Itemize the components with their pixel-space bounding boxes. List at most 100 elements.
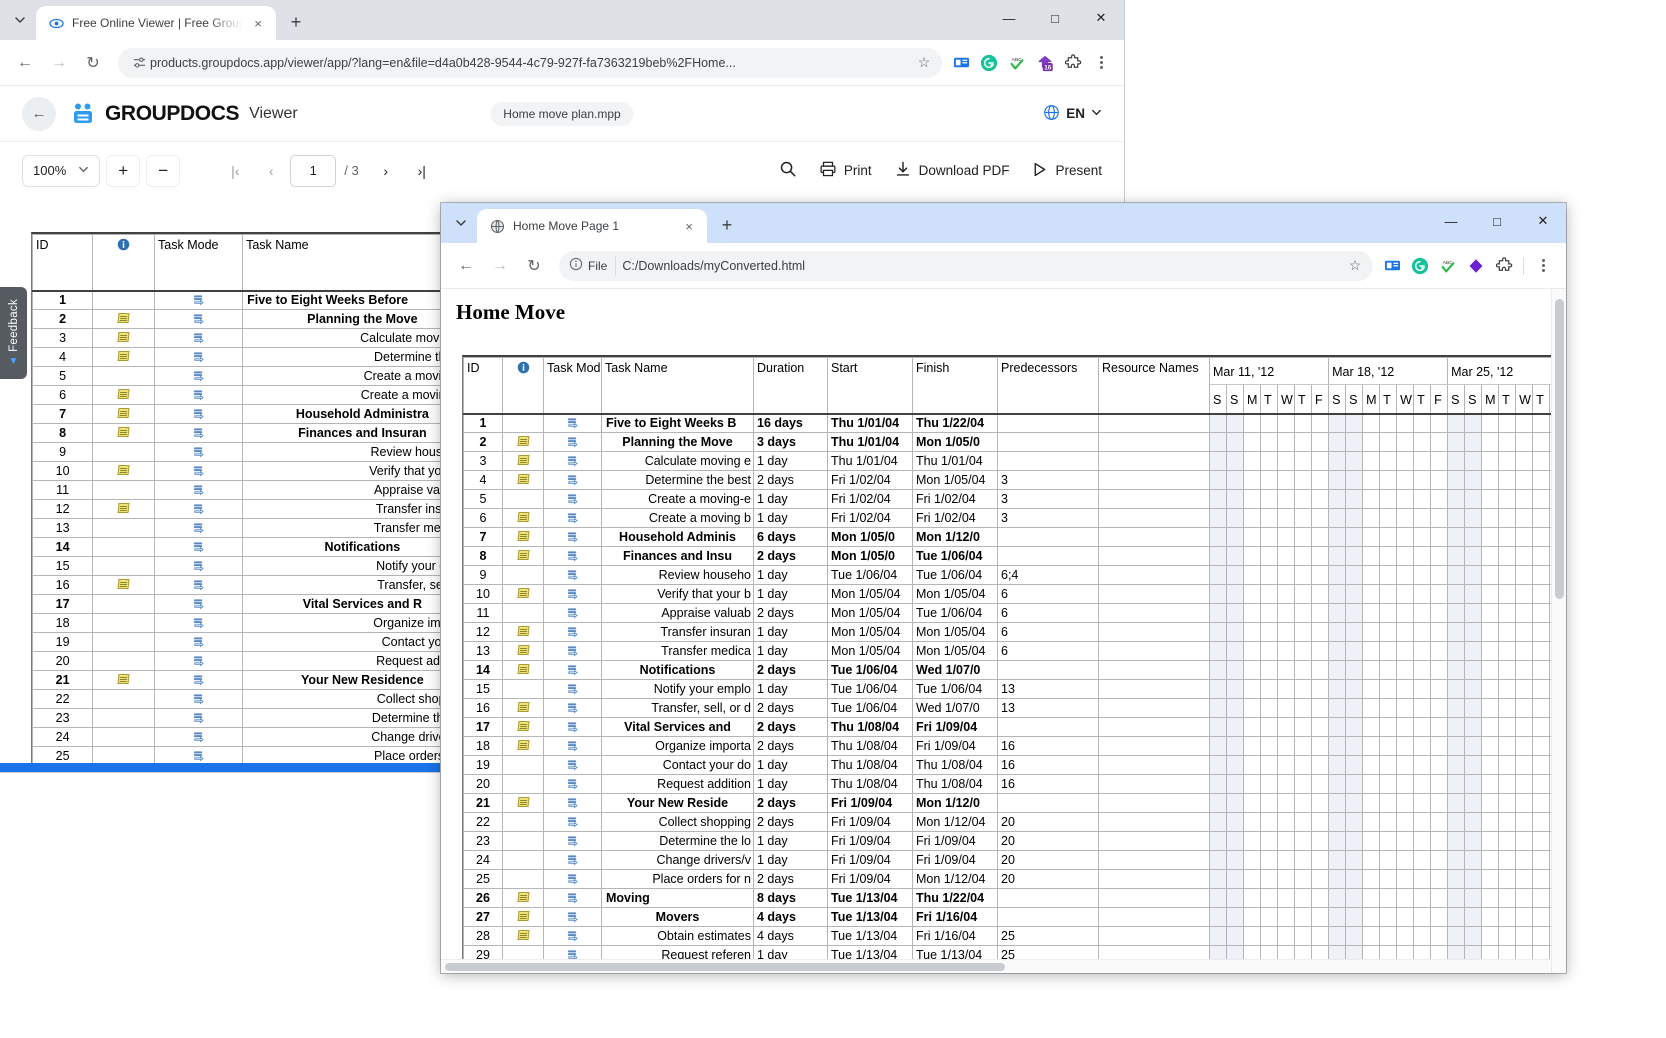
- table-row[interactable]: 2 Planning the Move 3 days Thu 1/01/04 Mon 1…: [463, 432, 1566, 452]
- table-row[interactable]: 18 Organize importa 2 days Thu 1/08/04 Fri 1…: [463, 736, 1566, 756]
- table-row[interactable]: 17 Vital Services and 2 days Thu 1/08/04 Fri…: [463, 717, 1566, 737]
- close-icon[interactable]: ×: [681, 218, 697, 234]
- table-row[interactable]: 1 Five to Eight Weeks B 16 days Thu 1/01/04…: [463, 413, 1566, 433]
- table-row[interactable]: 12 Transfer insuran 1 day Mon 1/05/04 Mon 1/…: [463, 622, 1566, 642]
- purple-badge-16-icon[interactable]: 16: [1032, 50, 1058, 76]
- address-bar[interactable]: File C:/Downloads/myConverted.html ☆: [559, 250, 1373, 281]
- last-page-button[interactable]: ›|: [404, 154, 439, 187]
- feedback-tab[interactable]: Feedback ▼: [0, 287, 27, 379]
- table-row[interactable]: 3 Calculate moving e1 day Thu 1/01/04 Thu 1…: [463, 451, 1566, 471]
- table-row[interactable]: 16 Transfer, sell, or d2 days Tue 1/06/04 W…: [463, 698, 1566, 718]
- col-header-info-icon[interactable]: [502, 357, 544, 415]
- table-row[interactable]: 5 Create a moving-e 1 day Fri 1/02/04 Fri 1/…: [463, 489, 1566, 509]
- present-button[interactable]: Present: [1031, 161, 1102, 181]
- col-header-task-mode[interactable]: Task Mode: [543, 357, 602, 415]
- col-header-id[interactable]: ID: [463, 357, 503, 415]
- minimize-button[interactable]: —: [986, 0, 1032, 36]
- table-row[interactable]: 7 Household Adminis 6 days Mon 1/05/0 Mon 1/…: [463, 527, 1566, 547]
- tab-search-dropdown-icon[interactable]: [447, 209, 475, 237]
- address-bar[interactable]: products.groupdocs.app/viewer/app/?lang=…: [118, 47, 942, 78]
- diamond-icon[interactable]: [1463, 253, 1489, 279]
- back-button[interactable]: ←: [451, 251, 481, 281]
- close-window-button[interactable]: ✕: [1520, 203, 1566, 239]
- table-row[interactable]: 8 Finances and Insu 2 days Mon 1/05/0 Tue 1/…: [463, 546, 1566, 566]
- table-row[interactable]: 6 Create a moving b1 day Fri 1/02/04 Fri 1/…: [463, 508, 1566, 528]
- new-tab-button[interactable]: +: [713, 211, 741, 239]
- table-row[interactable]: 15 Notify your emplo 1 day Tue 1/06/04 Tue 1…: [463, 679, 1566, 699]
- page-vertical-scrollbar[interactable]: [1551, 289, 1566, 973]
- search-button[interactable]: [779, 160, 797, 181]
- file-scheme-chip[interactable]: File: [569, 255, 617, 276]
- col-header-info-icon[interactable]: [92, 234, 156, 292]
- bookmark-star-icon[interactable]: ☆: [912, 51, 936, 75]
- table-row[interactable]: 22 Collect shopping 2 days Fri 1/09/04 Mon 1…: [463, 812, 1566, 832]
- col-header-id[interactable]: ID: [31, 234, 94, 292]
- page-horizontal-scrollbar[interactable]: [441, 959, 1551, 973]
- puzzle-icon[interactable]: [1491, 253, 1517, 279]
- tune-icon[interactable]: [128, 52, 150, 74]
- browser-menu-button[interactable]: [1088, 50, 1114, 76]
- table-row[interactable]: 20 Request addition 1 day Thu 1/08/04 Thu 1/…: [463, 774, 1566, 794]
- table-row[interactable]: 27 Movers 4 days Tue 1/13/04 Fri 1/16/04: [463, 907, 1566, 927]
- col-header-task-name[interactable]: Task Name: [601, 357, 754, 415]
- maximize-button[interactable]: □: [1474, 203, 1520, 239]
- table-row[interactable]: 10 Verify that your b1 day Mon 1/05/04 Mon …: [463, 584, 1566, 604]
- col-header-predecessors[interactable]: Predecessors: [997, 357, 1099, 415]
- col-header-start[interactable]: Start: [827, 357, 913, 415]
- close-icon[interactable]: ×: [250, 15, 266, 31]
- reading-list-icon[interactable]: [948, 50, 974, 76]
- app-back-button[interactable]: ←: [22, 96, 56, 131]
- tab-search-dropdown-icon[interactable]: [6, 6, 34, 34]
- forward-button[interactable]: →: [44, 48, 74, 78]
- abc-check-icon[interactable]: ABC: [1004, 50, 1030, 76]
- abc-check-icon[interactable]: ABC: [1435, 253, 1461, 279]
- scrollbar-thumb[interactable]: [445, 963, 1005, 971]
- table-row[interactable]: 9 Review househo 1 day Tue 1/06/04 Tue 1/06/…: [463, 565, 1566, 585]
- col-header-task-mode[interactable]: Task Mode: [154, 234, 244, 292]
- close-window-button[interactable]: ✕: [1078, 0, 1124, 36]
- table-row[interactable]: 14 Notifications 2 days Tue 1/06/04 Wed 1/07…: [463, 660, 1566, 680]
- grammarly-icon[interactable]: [976, 50, 1002, 76]
- back-button[interactable]: ←: [10, 48, 40, 78]
- browser-tab[interactable]: Home Move Page 1 ×: [477, 209, 707, 243]
- download-pdf-button[interactable]: Download PDF: [894, 160, 1009, 181]
- foreground-browser-window[interactable]: Home Move Page 1 × + — □ ✕ ← → ↻ File C:…: [441, 203, 1566, 973]
- maximize-button[interactable]: □: [1032, 0, 1078, 36]
- page-number-input[interactable]: 1: [290, 154, 337, 187]
- language-selector[interactable]: EN: [1043, 104, 1102, 124]
- first-page-button[interactable]: |‹: [218, 154, 253, 187]
- table-row[interactable]: 23 Determine the lo 1 day Fri 1/09/04 Fri 1/…: [463, 831, 1566, 851]
- zoom-in-button[interactable]: +: [106, 154, 141, 187]
- col-header-duration[interactable]: Duration: [753, 357, 828, 415]
- table-row[interactable]: 26 Moving 8 days Tue 1/13/04 Thu 1/22/04: [463, 888, 1566, 908]
- col-header-resource-names[interactable]: Resource Names: [1098, 357, 1210, 415]
- new-tab-button[interactable]: +: [282, 8, 310, 36]
- puzzle-icon[interactable]: [1060, 50, 1086, 76]
- table-row[interactable]: 11 Appraise valuab 2 days Mon 1/05/04 Tue 1/…: [463, 603, 1566, 623]
- next-page-button[interactable]: ›: [368, 154, 403, 187]
- previous-page-button[interactable]: ‹: [254, 154, 289, 187]
- grammarly-icon[interactable]: [1407, 253, 1433, 279]
- table-row[interactable]: 28 Obtain estimates 4 days Tue 1/13/04 Fri 1…: [463, 926, 1566, 946]
- minimize-button[interactable]: —: [1428, 203, 1474, 239]
- scrollbar-thumb[interactable]: [1555, 299, 1564, 599]
- reload-button[interactable]: ↻: [78, 48, 108, 78]
- table-row[interactable]: 4 Determine the best 2 days Fri 1/02/04 Mon …: [463, 470, 1566, 490]
- print-button[interactable]: Print: [819, 160, 872, 181]
- table-row[interactable]: 21 Your New Reside 2 days Fri 1/09/04 Mon 1/…: [463, 793, 1566, 813]
- col-header-finish[interactable]: Finish: [912, 357, 998, 415]
- table-row[interactable]: 24 Change drivers/v 1 day Fri 1/09/04 Fri 1/…: [463, 850, 1566, 870]
- forward-button[interactable]: →: [485, 251, 515, 281]
- browser-tab[interactable]: Free Online Viewer | Free GroupDocs ×: [36, 6, 276, 40]
- timeline-day-label: M: [1481, 383, 1500, 415]
- table-row[interactable]: 13 Transfer medica 1 day Mon 1/05/04 Mon 1/0…: [463, 641, 1566, 661]
- table-row[interactable]: 19 Contact your do 1 day Thu 1/08/04 Thu 1/0…: [463, 755, 1566, 775]
- reading-list-icon[interactable]: [1379, 253, 1405, 279]
- zoom-out-button[interactable]: −: [146, 154, 181, 187]
- browser-menu-button[interactable]: [1530, 253, 1556, 279]
- groupdocs-logo[interactable]: GROUPDOCS: [70, 101, 239, 127]
- zoom-selector[interactable]: 100%: [22, 154, 101, 187]
- table-row[interactable]: 25 Place orders for n2 days Fri 1/09/04 Mon…: [463, 869, 1566, 889]
- bookmark-star-icon[interactable]: ☆: [1343, 254, 1367, 278]
- reload-button[interactable]: ↻: [519, 251, 549, 281]
